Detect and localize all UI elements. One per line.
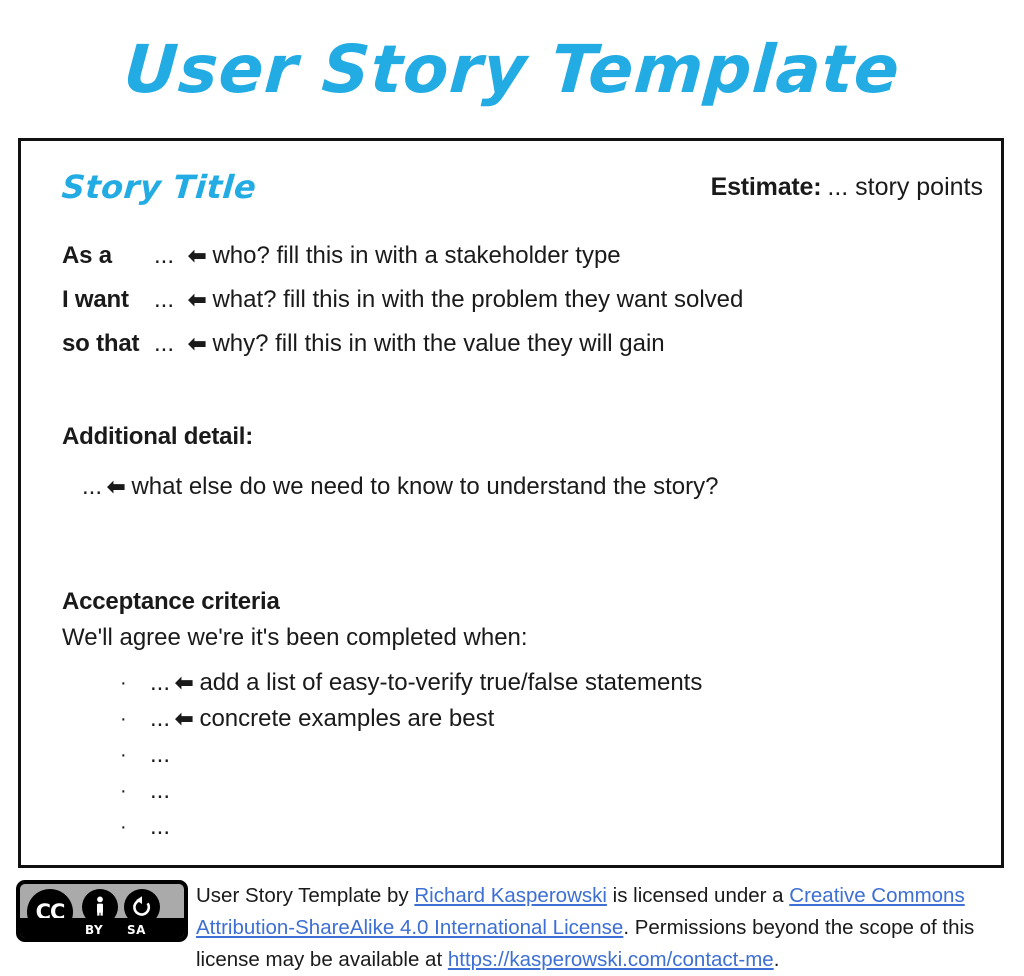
estimate-field: Estimate:... story points	[711, 171, 983, 203]
list-item: ·...	[62, 776, 962, 812]
role-row-i-want: I want ... ⬅ what? fill this in with the…	[62, 285, 962, 329]
license-footer: CC BY SA User Story Template by Richard …	[0, 880, 1024, 971]
role-value[interactable]: ...	[154, 329, 184, 359]
license-text-part2: is licensed under a	[606, 884, 790, 907]
role-value[interactable]: ...	[154, 285, 184, 315]
role-hint: what? fill this in with the problem they…	[212, 286, 744, 313]
story-header: Story Title Estimate:... story points	[21, 165, 1001, 215]
additional-detail-line: ... ⬅ what else do we need to know to unde…	[62, 471, 962, 503]
criteria-hint: concrete examples are best	[199, 705, 495, 732]
additional-detail-section: Additional detail: ... ⬅ what else do we n…	[62, 421, 962, 503]
criteria-value[interactable]: ...	[150, 705, 170, 732]
role-label: I want	[62, 286, 129, 313]
bullet-icon: ·	[120, 672, 127, 694]
role-hint: who? fill this in with a stakeholder typ…	[212, 242, 621, 269]
story-card: Story Title Estimate:... story points As…	[18, 138, 1004, 868]
license-text-part4: .	[773, 948, 780, 971]
estimate-value: ... story points	[827, 173, 983, 201]
story-title: Story Title	[60, 168, 259, 206]
estimate-label: Estimate:	[710, 173, 822, 201]
list-item: ·... ⬅ concrete examples are best	[62, 704, 962, 740]
criteria-value[interactable]: ...	[150, 669, 170, 696]
acceptance-criteria-subheading: We'll agree we're it's been completed wh…	[62, 624, 528, 651]
left-arrow-icon: ⬅	[107, 474, 125, 499]
acceptance-criteria-section: Acceptance criteria We'll agree we're it…	[62, 586, 962, 848]
criteria-value[interactable]: ...	[150, 777, 170, 804]
list-item: ·...	[62, 740, 962, 776]
badge-by-label: BY	[85, 923, 104, 937]
contact-link[interactable]: https://kasperowski.com/contact-me	[448, 948, 774, 971]
list-item: ·... ⬅ add a list of easy-to-verify true/f…	[62, 668, 962, 704]
additional-detail-hint: what else do we need to know to understa…	[131, 473, 719, 500]
left-arrow-icon: ⬅	[175, 670, 193, 695]
list-item: ·...	[62, 812, 962, 848]
badge-sa-label: SA	[127, 923, 146, 937]
criteria-value[interactable]: ...	[150, 741, 170, 768]
left-arrow-icon: ⬅	[188, 331, 206, 356]
role-label: As a	[62, 242, 112, 269]
author-link[interactable]: Richard Kasperowski	[414, 884, 607, 907]
license-text-part1: User Story Template by	[196, 884, 415, 907]
bullet-icon: ·	[120, 744, 127, 766]
acceptance-criteria-list: ·... ⬅ add a list of easy-to-verify true/f…	[62, 668, 962, 848]
bullet-icon: ·	[120, 708, 127, 730]
left-arrow-icon: ⬅	[188, 243, 206, 268]
criteria-hint: add a list of easy-to-verify true/false …	[199, 669, 703, 696]
left-arrow-icon: ⬅	[188, 287, 206, 312]
role-row-as-a: As a ... ⬅ who? fill this in with a stak…	[62, 241, 962, 285]
license-statement: User Story Template by Richard Kasperows…	[196, 880, 986, 976]
bullet-icon: ·	[120, 780, 127, 802]
creative-commons-badge-icon[interactable]: CC BY SA	[16, 880, 188, 942]
role-rows: As a ... ⬅ who? fill this in with a stak…	[62, 241, 962, 373]
criteria-value[interactable]: ...	[150, 813, 170, 840]
role-row-so-that: so that ... ⬅ why? fill this in with the…	[62, 329, 962, 373]
role-hint: why? fill this in with the value they wi…	[212, 330, 665, 357]
role-label: so that	[62, 330, 140, 357]
additional-detail-value[interactable]: ...	[82, 473, 102, 500]
left-arrow-icon: ⬅	[175, 706, 193, 731]
bullet-icon: ·	[120, 816, 127, 838]
additional-detail-heading: Additional detail:	[62, 423, 254, 450]
acceptance-criteria-heading: Acceptance criteria	[62, 588, 280, 615]
page-title: User Story Template	[121, 31, 903, 108]
role-value[interactable]: ...	[154, 241, 184, 271]
